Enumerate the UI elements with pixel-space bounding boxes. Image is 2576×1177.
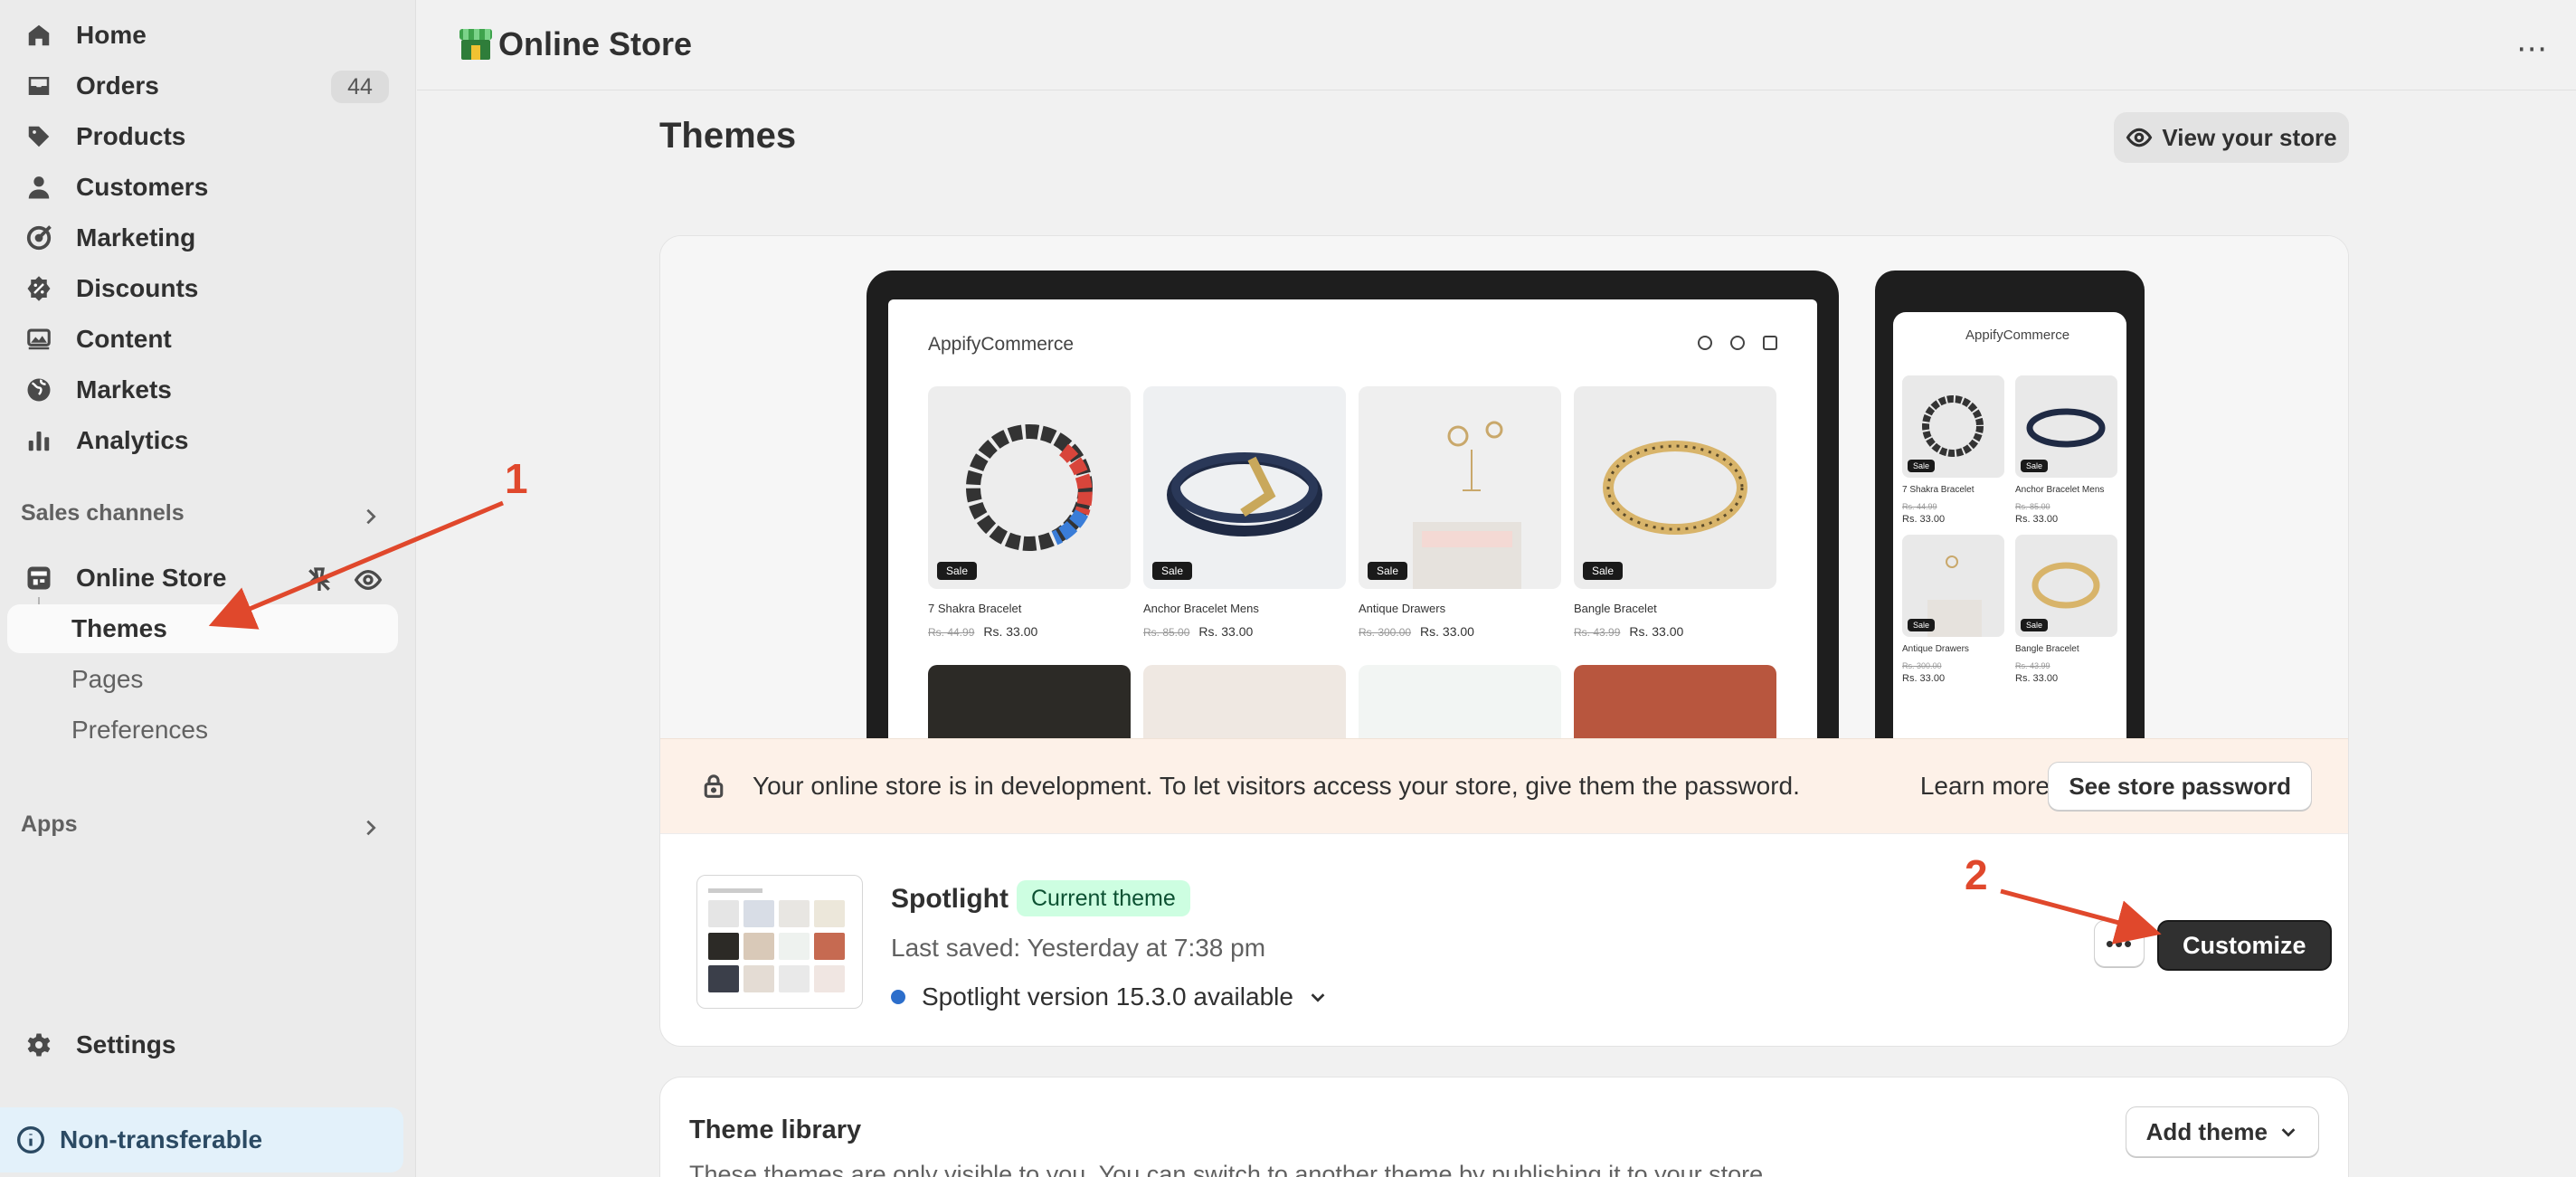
sidebar-subitem-pages[interactable]: Pages <box>7 655 398 704</box>
sidebar-item-label: Online Store <box>76 564 227 592</box>
sidebar-item-label: Settings <box>76 1030 176 1058</box>
sidebar-item-label: Home <box>76 21 147 49</box>
sidebar-item-home[interactable]: Home <box>7 11 398 60</box>
online-store-icon <box>459 29 492 60</box>
sidebar-item-customers[interactable]: Customers <box>7 163 398 212</box>
image-icon <box>24 324 54 355</box>
globe-icon <box>24 375 54 405</box>
theme-name: Spotlight <box>891 884 1009 914</box>
theme-thumbnail <box>696 875 863 1009</box>
see-store-password-button[interactable]: See store password <box>2048 762 2312 811</box>
preview-product-grid: Sale 7 Shakra Bracelet Rs. 44.99 Rs. 33.0… <box>928 386 1776 639</box>
sidebar-item-label: Customers <box>76 173 209 201</box>
annotation-step-1: 1 <box>505 455 528 502</box>
preview-product-card: Sale Anchor Bracelet Mens Rs. 85.00 Rs. 3… <box>1143 386 1346 639</box>
sidebar: Home Orders 44 Products Customers Market… <box>0 0 416 1177</box>
chevron-right-icon[interactable] <box>361 507 381 527</box>
gear-icon <box>24 1030 54 1060</box>
apps-heading[interactable]: Apps <box>21 812 78 838</box>
current-theme-badge: Current theme <box>1017 880 1190 916</box>
theme-library-title: Theme library <box>689 1115 862 1144</box>
sidebar-item-label: Content <box>76 325 172 353</box>
mobile-preview: AppifyCommerce Sale 7 Shakra Bracelet Rs… <box>1875 271 2145 738</box>
preview-store-logo: AppifyCommerce <box>928 334 1075 355</box>
preview-product-card: Sale Anchor Bracelet Mens Rs. 85.00 Rs. 3… <box>2015 375 2117 526</box>
customize-button[interactable]: Customize <box>2157 920 2332 971</box>
current-theme-card: AppifyCommerce Sale 7 Shakra Bracelet Rs… <box>659 235 2349 1047</box>
version-available[interactable]: Spotlight version 15.3.0 available <box>891 982 1328 1011</box>
add-theme-button[interactable]: Add theme <box>2125 1106 2319 1157</box>
preview-product-card: Sale Antique Drawers Rs. 300.00 Rs. 33.00 <box>1359 386 1561 639</box>
sidebar-item-analytics[interactable]: Analytics <box>7 416 398 465</box>
store-icon <box>24 563 54 593</box>
sidebar-item-label: Orders <box>76 71 159 100</box>
tag-icon <box>24 121 54 152</box>
sidebar-subitem-preferences[interactable]: Preferences <box>7 706 398 755</box>
sidebar-item-label: Products <box>76 122 186 150</box>
development-banner: Your online store is in development. To … <box>660 738 2348 834</box>
sidebar-subitem-themes[interactable]: Themes <box>7 604 398 653</box>
sidebar-item-products[interactable]: Products <box>7 112 398 161</box>
person-icon <box>24 172 54 203</box>
preview-header-icons <box>1698 336 1777 350</box>
sidebar-item-label: Markets <box>76 375 172 403</box>
preview-product-card: Sale 7 Shakra Bracelet Rs. 44.99 Rs. 33.0… <box>928 386 1131 639</box>
annotation-step-2: 2 <box>1965 851 1988 898</box>
sales-channels-heading[interactable]: Sales channels <box>21 500 185 527</box>
chevron-right-icon[interactable] <box>361 818 381 838</box>
lock-icon <box>700 773 727 800</box>
sidebar-item-discounts[interactable]: Discounts <box>7 264 398 313</box>
eye-icon <box>2126 128 2153 147</box>
eye-icon[interactable] <box>354 565 383 594</box>
orders-count-badge: 44 <box>331 71 389 103</box>
top-bar: Online Store ⋯ <box>417 0 2576 90</box>
chevron-down-icon <box>2281 1128 2296 1137</box>
orders-icon <box>24 71 54 101</box>
bar-chart-icon <box>24 425 54 456</box>
sidebar-item-label: Marketing <box>76 223 196 252</box>
more-options-icon[interactable]: ⋯ <box>2516 31 2549 67</box>
learn-more-link[interactable]: Learn more <box>1920 772 2050 801</box>
desktop-preview: AppifyCommerce Sale 7 Shakra Bracelet Rs… <box>867 271 1839 738</box>
theme-more-actions-button[interactable]: ••• <box>2094 920 2145 967</box>
view-store-button[interactable]: View your store <box>2114 112 2349 163</box>
theme-library-card: Theme library These themes are only visi… <box>659 1077 2349 1177</box>
preview-product-card: Sale Antique Drawers Rs. 300.00 Rs. 33.00 <box>1902 535 2004 685</box>
non-transferable-banner[interactable]: Non-transferable <box>0 1107 403 1172</box>
theme-library-description: These themes are only visible to you. Yo… <box>689 1161 1770 1177</box>
target-icon <box>24 223 54 253</box>
online-store-actions <box>305 565 383 594</box>
last-saved-text: Last saved: Yesterday at 7:38 pm <box>891 934 1266 962</box>
current-theme-row: Spotlight Current theme Last saved: Yest… <box>660 834 2348 1046</box>
preview-store-logo: AppifyCommerce <box>1965 327 2070 343</box>
status-dot <box>891 990 905 1004</box>
sidebar-item-content[interactable]: Content <box>7 315 398 364</box>
preview-product-card: Sale Bangle Bracelet Rs. 43.99 Rs. 33.00 <box>2015 535 2117 685</box>
preview-product-row-2 <box>928 665 1776 738</box>
sidebar-item-markets[interactable]: Markets <box>7 365 398 414</box>
page-title: Themes <box>659 116 797 156</box>
sidebar-item-label: Analytics <box>76 426 189 454</box>
discount-icon <box>24 273 54 304</box>
pin-icon[interactable] <box>305 565 334 594</box>
theme-preview: AppifyCommerce Sale 7 Shakra Bracelet Rs… <box>660 236 2348 738</box>
home-icon <box>24 20 54 51</box>
banner-message: Your online store is in development. To … <box>753 772 1800 800</box>
sidebar-item-marketing[interactable]: Marketing <box>7 214 398 262</box>
chevron-down-icon <box>1311 993 1325 1002</box>
header-title: Online Store <box>498 25 693 62</box>
info-icon <box>17 1126 44 1153</box>
preview-product-card: Sale Bangle Bracelet Rs. 43.99 Rs. 33.00 <box>1574 386 1776 639</box>
preview-product-card: Sale 7 Shakra Bracelet Rs. 44.99 Rs. 33.0… <box>1902 375 2004 526</box>
sidebar-item-settings[interactable]: Settings <box>7 1020 398 1069</box>
sidebar-item-label: Discounts <box>76 274 199 302</box>
sidebar-item-orders[interactable]: Orders 44 <box>7 62 398 110</box>
